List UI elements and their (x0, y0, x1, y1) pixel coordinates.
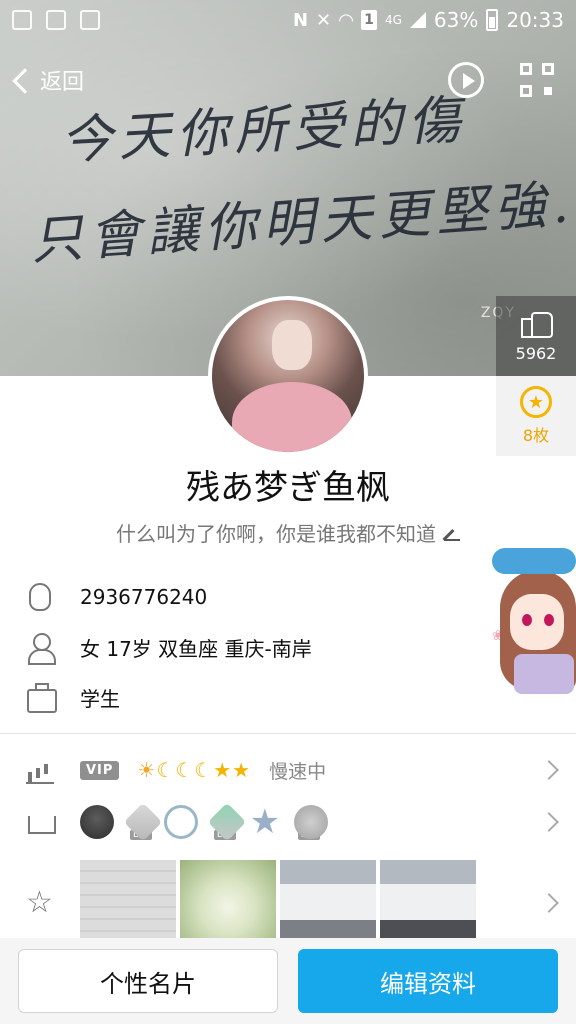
like-count: 5962 (515, 343, 557, 363)
edit-pencil-icon[interactable] (444, 525, 460, 541)
bottom-bar: 个性名片 编辑资料 (0, 938, 576, 1024)
penguin-icon (29, 583, 51, 611)
signal-icon (409, 12, 426, 28)
signature-text: 什么叫为了你啊，你是谁我都不知道 (116, 522, 436, 546)
side-panel: 5962 ★ 8枚 (496, 296, 576, 456)
video-badge-icon (163, 805, 198, 839)
photos-row[interactable] (0, 860, 576, 946)
star-badge-icon: ★ (249, 802, 281, 842)
badges-row[interactable]: LV4 LV2 ★ LV1 (0, 798, 576, 846)
chevron-left-icon (12, 68, 38, 94)
chevron-right-icon (539, 893, 559, 913)
medal-button[interactable]: ★ 8枚 (496, 376, 576, 456)
level-row[interactable]: VIP ☀☾☾☾★★ 慢速中 (0, 748, 576, 792)
level-chart-icon (26, 756, 54, 784)
nfc-icon: N (292, 9, 309, 31)
image-icon (80, 10, 100, 30)
avatar[interactable] (208, 296, 368, 456)
chevron-right-icon (539, 760, 559, 780)
vip-badge: VIP (80, 760, 120, 780)
status-bar: N ✕ ◠ 1 4G 63% 20:33 (0, 0, 576, 40)
crown-icon (26, 808, 56, 836)
medal-star-icon: ★ (520, 386, 552, 418)
star-face-icon (26, 885, 54, 920)
edit-profile-button[interactable]: 编辑资料 (298, 949, 558, 1013)
gray-badge-icon (293, 805, 328, 839)
personal-details: 女 17岁 双鱼座 重庆-南岸 (80, 636, 312, 661)
music-play-icon[interactable] (448, 62, 484, 98)
photo-thumbnail[interactable] (180, 860, 276, 946)
signature-row[interactable]: 什么叫为了你啊，你是谁我都不知道 (0, 518, 576, 547)
battery-icon (486, 9, 499, 31)
anime-sticker[interactable] (488, 544, 576, 694)
chevron-right-icon (539, 812, 559, 832)
back-button[interactable]: 返回 (12, 64, 85, 96)
cover-text-line2: 只會讓你明天更堅強. (28, 174, 576, 272)
moon-icon: ☾ (156, 758, 176, 782)
battery-percent: 63% (433, 8, 479, 32)
notification-icon (12, 10, 32, 30)
sun-icon: ☀ (137, 758, 157, 782)
mute-icon: ✕ (316, 9, 332, 31)
moon-icon: ☾ (175, 758, 195, 782)
photo-thumbnail[interactable] (380, 860, 476, 946)
star-icon: ★ (232, 758, 252, 782)
back-label: 返回 (40, 70, 85, 95)
nickname: 残あ梦ぎ鱼枫 (186, 468, 390, 508)
qr-code-icon[interactable] (520, 63, 554, 97)
divider (0, 733, 576, 734)
profile-card-button[interactable]: 个性名片 (18, 949, 278, 1013)
level-icons: ☀☾☾☾★★ (137, 758, 251, 782)
moon-icon: ☾ (194, 758, 214, 782)
briefcase-icon (26, 683, 57, 713)
photo-thumbnail[interactable] (280, 860, 376, 946)
star-icon: ★ (213, 758, 233, 782)
occupation: 学生 (80, 686, 120, 711)
speed-status: 慢速中 (269, 760, 327, 783)
clock: 20:33 (506, 8, 564, 32)
medal-count: 8枚 (522, 426, 550, 445)
thumbs-up-icon (521, 310, 553, 338)
qq-number: 2936776240 (80, 585, 208, 609)
qq-penguin-badge-icon (80, 805, 114, 839)
wifi-icon: ◠ (339, 9, 353, 31)
network-type: 4G (384, 13, 402, 27)
person-icon (26, 633, 56, 665)
phone-icon (46, 10, 66, 30)
top-nav: 返回 (0, 52, 576, 108)
like-button[interactable]: 5962 (496, 296, 576, 376)
photo-thumbnail[interactable] (80, 860, 176, 946)
sim-icon: 1 (360, 10, 377, 30)
